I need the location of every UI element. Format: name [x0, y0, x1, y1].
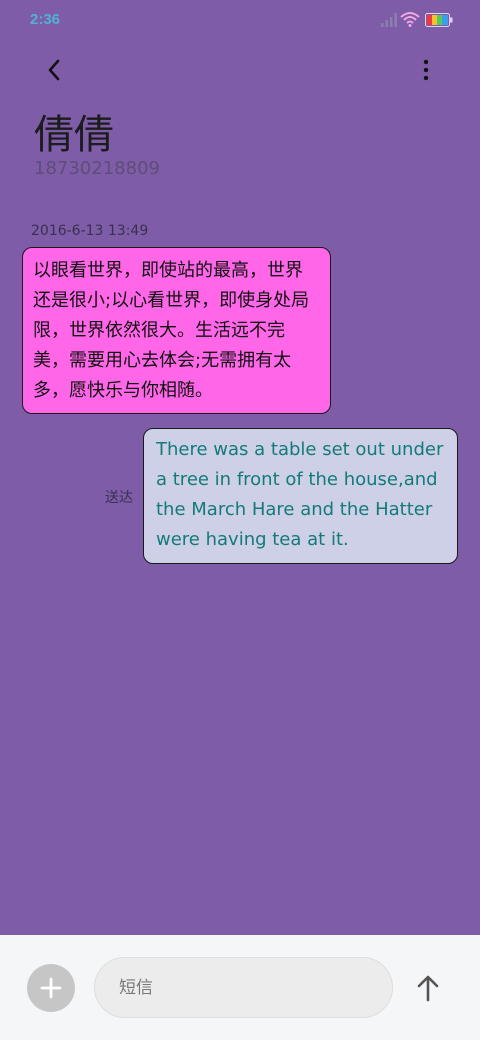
signal-icon: [381, 13, 397, 27]
delivery-status: 送达: [105, 490, 133, 506]
battery-icon: [425, 13, 453, 27]
contact-number: 18730218809: [34, 158, 160, 179]
more-vertical-icon: [423, 59, 429, 81]
back-button[interactable]: [36, 52, 72, 88]
wifi-icon: [400, 12, 420, 27]
plus-icon: [40, 977, 62, 999]
chevron-left-icon: [48, 59, 60, 81]
add-attachment-button[interactable]: [27, 964, 75, 1012]
message-input[interactable]: [94, 957, 393, 1018]
contact-name: 倩倩: [34, 112, 114, 158]
received-message-bubble[interactable]: 以眼看世界，即使站的最高，世界还是很小;以心看世界，即使身处局限，世界依然很大。…: [22, 247, 331, 414]
message-timestamp: 2016-6-13 13:49: [31, 223, 149, 239]
compose-bar: [0, 935, 480, 1040]
more-options-button[interactable]: [410, 52, 442, 88]
send-button[interactable]: [410, 969, 446, 1007]
sent-message-bubble[interactable]: There was a table set out under a tree i…: [143, 428, 458, 564]
arrow-up-icon: [417, 975, 439, 1002]
status-bar: 2:36: [0, 0, 480, 40]
status-time: 2:36: [30, 11, 61, 28]
